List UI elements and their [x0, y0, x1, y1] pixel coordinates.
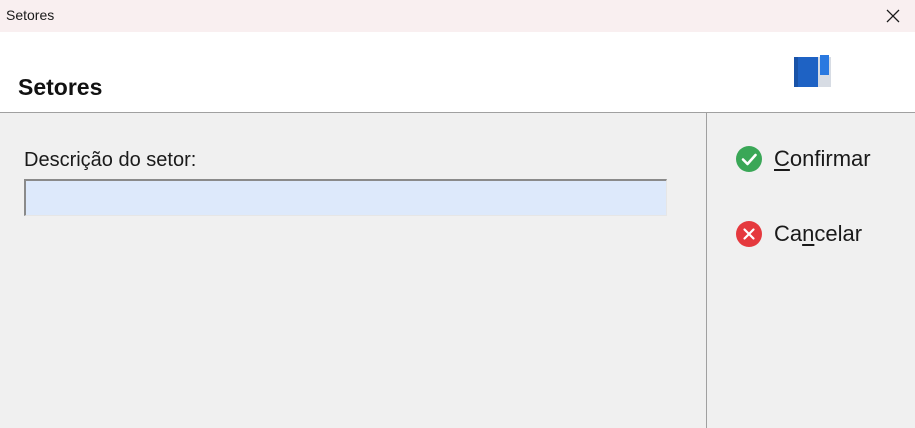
confirm-label: Confirmar — [774, 146, 871, 171]
description-input[interactable] — [24, 179, 667, 216]
close-icon — [886, 9, 900, 23]
book-icon — [794, 55, 831, 87]
form-panel: Descrição do setor: — [0, 113, 707, 428]
x-circle-icon — [736, 221, 762, 247]
cancel-button[interactable]: Cancelar — [735, 219, 862, 249]
confirm-button[interactable]: Confirmar — [735, 144, 871, 174]
title-bar: Setores — [0, 0, 915, 32]
close-button[interactable] — [871, 0, 915, 32]
description-label: Descrição do setor: — [24, 149, 197, 171]
window-title: Setores — [6, 7, 55, 23]
action-panel: Confirmar Cancelar — [707, 113, 915, 428]
page-title: Setores — [18, 74, 103, 100]
dialog-header: Setores — [0, 32, 915, 113]
check-circle-icon — [736, 146, 762, 172]
cancel-label: Cancelar — [774, 221, 863, 246]
